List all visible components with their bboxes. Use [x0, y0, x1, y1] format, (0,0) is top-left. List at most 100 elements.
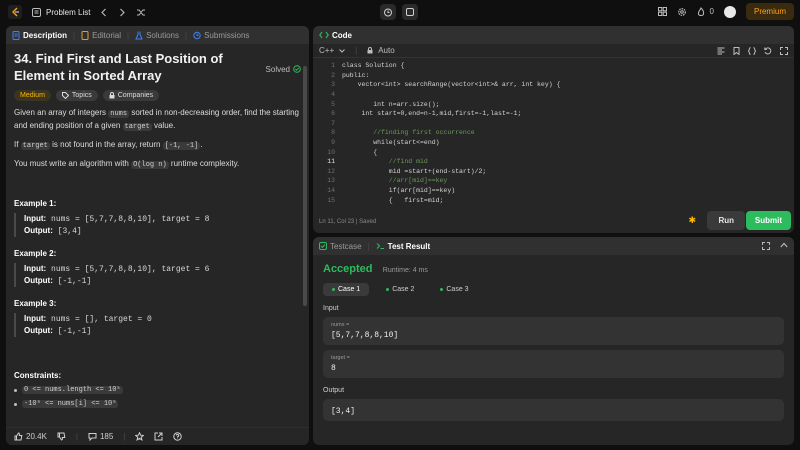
dislike-button[interactable] [57, 432, 66, 441]
like-button[interactable]: 20.4K [14, 432, 47, 441]
tab-solutions[interactable]: Solutions [135, 31, 179, 40]
line-number[interactable]: 9 [313, 139, 335, 146]
auto-mode-toggle[interactable]: Auto [367, 46, 395, 55]
reset-button[interactable] [764, 46, 772, 55]
target-value: 8 [331, 364, 336, 373]
nums-input-box: nums = [5,7,7,8,8,10] [323, 317, 784, 345]
example-title: Example 1: [14, 199, 57, 208]
code-line[interactable]: 1 class Solution { [313, 61, 794, 71]
line-number[interactable]: 14 [313, 187, 335, 194]
topics-button[interactable]: Topics [55, 90, 98, 101]
line-number[interactable]: 10 [313, 149, 335, 156]
companies-button[interactable]: Companies [102, 90, 160, 101]
timer-button[interactable] [380, 4, 396, 20]
list-icon [32, 7, 41, 17]
streak-counter[interactable]: 0 [697, 6, 714, 17]
code-line[interactable]: 5 int n=arr.size(); [313, 99, 794, 109]
line-number[interactable]: 15 [313, 197, 335, 204]
comment-count: 185 [99, 432, 114, 441]
case-label: Case 2 [392, 286, 415, 293]
next-problem-button[interactable] [118, 8, 126, 17]
list-item: 0 <= nums.length <= 10⁵ [14, 386, 301, 394]
code-line[interactable]: 7 [313, 119, 794, 129]
result-status: Accepted [323, 263, 373, 275]
tab-submissions-label: Submissions [204, 30, 250, 40]
code-editor[interactable]: 1 class Solution {2 public: 3 vector<int> s… [313, 61, 794, 206]
target-label: target = [331, 355, 350, 361]
description-scrollbar[interactable] [303, 66, 307, 306]
braces-button[interactable] [748, 46, 756, 55]
align-left-icon [717, 47, 725, 54]
case-tab-1[interactable]: Case 1 [323, 283, 370, 296]
line-number[interactable]: 2 [313, 72, 335, 79]
tab-submissions[interactable]: Submissions [193, 31, 249, 40]
line-number[interactable]: 11 [313, 158, 335, 165]
result-tabs: Testcase | Test Result [313, 237, 794, 255]
example-block: Input: nums = [], target = 0 Output: [-1… [14, 313, 301, 337]
maximize-button[interactable] [762, 242, 770, 250]
chevron-down-icon [339, 48, 345, 53]
premium-button[interactable]: Premium [745, 3, 794, 20]
code-line[interactable]: 4 [313, 90, 794, 100]
output-value: [3,4] [331, 407, 356, 416]
leetcode-logo[interactable] [8, 5, 22, 19]
output-label: Output: [24, 226, 53, 235]
tab-code[interactable]: Code [319, 31, 352, 40]
line-number[interactable]: 6 [313, 110, 335, 117]
fullscreen-button[interactable] [780, 46, 788, 55]
tab-editorial[interactable]: Editorial [81, 30, 121, 40]
collapse-button[interactable] [780, 242, 788, 250]
code-line[interactable]: 13 //arr[mid]==key [313, 176, 794, 186]
lightbulb-icon[interactable]: ✱ [688, 215, 696, 226]
line-number[interactable]: 12 [313, 168, 335, 175]
solved-label: Solved [265, 64, 290, 74]
tag-row: Medium Topics Companies [14, 90, 301, 101]
line-number[interactable]: 5 [313, 101, 335, 108]
code-line[interactable]: 6 int start=0,end=n-1,mid,first=-1,last=… [313, 109, 794, 119]
notes-button[interactable] [402, 4, 418, 20]
run-button[interactable]: Run [707, 211, 745, 230]
code-line[interactable]: 8 //finding first occurrence [313, 128, 794, 138]
tab-test-result-label: Test Result [387, 241, 431, 251]
line-number[interactable]: 4 [313, 91, 335, 98]
book-icon [81, 30, 89, 40]
random-problem-button[interactable] [136, 8, 146, 17]
tab-testcase[interactable]: Testcase [319, 242, 362, 251]
language-select[interactable]: C++ [319, 46, 345, 55]
problem-list-button[interactable]: Problem List [32, 7, 90, 17]
code-line[interactable]: 3 vector<int> searchRange(vector<int>& a… [313, 80, 794, 90]
tab-description[interactable]: Description [12, 30, 67, 40]
difficulty-badge[interactable]: Medium [14, 90, 51, 101]
comments-button[interactable]: 185 [88, 432, 113, 441]
case-tab-3[interactable]: Case 3 [431, 283, 477, 296]
avatar[interactable] [723, 5, 736, 18]
code-line[interactable]: 15 { first=mid; [313, 195, 794, 205]
line-number[interactable]: 3 [313, 81, 335, 88]
code-line[interactable]: 11 //find mid [313, 157, 794, 167]
code-line[interactable]: 14 if(arr[mid]==key) [313, 186, 794, 196]
favorite-button[interactable] [135, 432, 145, 441]
case-tab-2[interactable]: Case 2 [377, 283, 423, 296]
bookmark-button[interactable] [733, 46, 740, 55]
output-box: [3,4] [323, 399, 784, 421]
line-number[interactable]: 13 [313, 177, 335, 184]
code-line[interactable]: 2 public: [313, 71, 794, 81]
layout-button[interactable] [657, 7, 667, 16]
output-label: Output: [24, 276, 53, 285]
code-text: { first=mid; [342, 196, 444, 204]
line-number[interactable]: 1 [313, 62, 335, 69]
tab-test-result[interactable]: Test Result [376, 241, 431, 251]
line-number[interactable]: 7 [313, 120, 335, 127]
code-line[interactable]: 12 mid =start+(end-start)/2; [313, 167, 794, 177]
code-text: public: [342, 71, 370, 79]
settings-button[interactable] [677, 7, 687, 17]
line-number[interactable]: 8 [313, 129, 335, 136]
share-button[interactable] [154, 432, 163, 441]
submit-button[interactable]: Submit [745, 211, 791, 230]
format-button[interactable] [717, 47, 725, 55]
help-button[interactable] [173, 432, 183, 441]
code-line[interactable]: 10 { [313, 147, 794, 157]
code-line[interactable]: 9 while(start<=end) [313, 138, 794, 148]
reset-icon [764, 46, 772, 54]
prev-problem-button[interactable] [100, 8, 108, 17]
